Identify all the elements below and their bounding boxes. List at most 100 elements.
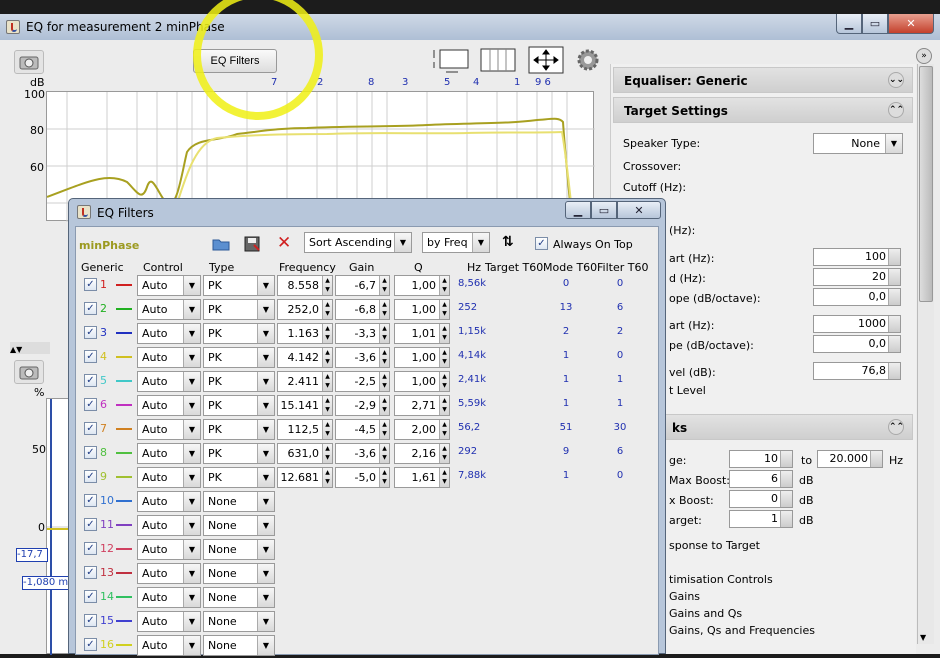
spinner-arrows-icon[interactable]: ▲ ▼ [322,348,332,367]
spinner-arrows-icon[interactable]: ▲ ▼ [379,372,389,391]
splitter-handle[interactable]: ▲▼ [10,342,50,354]
spinner-arrows-icon[interactable]: ▲ ▼ [322,372,332,391]
filter-type-select[interactable]: None ▼ [203,587,275,608]
filter-enabled-checkbox[interactable]: ✓ [84,278,97,291]
filter-frequency-spinner[interactable]: 8.558 ▲ ▼ [277,275,333,296]
filter-gain-spinner[interactable]: -3,6 ▲ ▼ [335,347,390,368]
filter-type-select[interactable]: None ▼ [203,515,275,536]
filter-control-select[interactable]: Auto ▼ [137,347,201,368]
filter-gain-spinner[interactable]: -6,8 ▲ ▼ [335,299,390,320]
filter-enabled-checkbox[interactable]: ✓ [84,566,97,579]
filter-frequency-spinner[interactable]: 2.411 ▲ ▼ [277,371,333,392]
filter-q-spinner[interactable]: 1,01 ▲ ▼ [394,323,450,344]
filter-type-select[interactable]: PK ▼ [203,419,275,440]
gear-icon[interactable] [576,48,600,72]
dialog-close-button[interactable]: ✕ [617,201,661,219]
gains-qs-freqs-option[interactable]: Gains, Qs and Frequencies [669,624,815,637]
filter-frequency-spinner[interactable]: 112,5 ▲ ▼ [277,419,333,440]
end-input[interactable]: 20 [813,268,901,286]
filter-control-select[interactable]: Auto ▼ [137,299,201,320]
spinner-arrows-icon[interactable]: ▲ ▼ [379,444,389,463]
filter-type-select[interactable]: None ▼ [203,635,275,656]
collapse-chevron-icon[interactable]: ⌃⌃ [888,419,904,435]
sort-order-select[interactable]: Sort Ascending ▼ [304,232,412,253]
filter-enabled-checkbox[interactable]: ✓ [84,638,97,651]
filter-gain-spinner[interactable]: -5,0 ▲ ▼ [335,467,390,488]
spinner-arrows-icon[interactable]: ▲ ▼ [379,468,389,487]
dialog-title-bar[interactable]: EQ Filters ▁ ▭ ✕ [69,199,665,225]
filter-control-select[interactable]: Auto ▼ [137,587,201,608]
filter-gain-spinner[interactable]: -4,5 ▲ ▼ [335,419,390,440]
open-folder-icon[interactable] [212,237,230,251]
dialog-maximize-button[interactable]: ▭ [591,201,617,219]
filter-type-select[interactable]: PK ▼ [203,371,275,392]
spinner-arrows-icon[interactable]: ▲ ▼ [322,420,332,439]
max-boost-input[interactable]: 6 [729,470,793,488]
filter-gain-spinner[interactable]: -3,6 ▲ ▼ [335,443,390,464]
spinner-arrows-icon[interactable]: ▲ ▼ [379,420,389,439]
range-from-input[interactable]: 10 [729,450,793,468]
range-to-input[interactable]: 20.000 [817,450,883,468]
spinner-arrows-icon[interactable]: ▲ ▼ [379,276,389,295]
filter-type-select[interactable]: PK ▼ [203,443,275,464]
filter-q-spinner[interactable]: 1,61 ▲ ▼ [394,467,450,488]
vertical-scrollbar[interactable]: ▼ [917,64,934,644]
spinner-arrows-icon[interactable]: ▲ ▼ [322,300,332,319]
filter-control-select[interactable]: Auto ▼ [137,323,201,344]
filter-q-spinner[interactable]: 1,00 ▲ ▼ [394,371,450,392]
filter-control-select[interactable]: Auto ▼ [137,491,201,512]
filter-gain-spinner[interactable]: -2,5 ▲ ▼ [335,371,390,392]
filter-enabled-checkbox[interactable]: ✓ [84,494,97,507]
filter-enabled-checkbox[interactable]: ✓ [84,470,97,483]
minimize-button[interactable]: ▁ [836,14,862,34]
spinner-arrows-icon[interactable]: ▲ ▼ [322,396,332,415]
camera-icon[interactable] [14,50,44,74]
filter-q-spinner[interactable]: 1,00 ▲ ▼ [394,299,450,320]
save-icon[interactable] [244,236,260,252]
gains-option[interactable]: Gains [669,590,700,603]
spinner-arrows-icon[interactable]: ▲ ▼ [322,324,332,343]
spinner-arrows-icon[interactable]: ▲ ▼ [439,276,449,295]
always-on-top-checkbox[interactable]: ✓ [535,237,548,250]
scrollbar-thumb[interactable] [919,66,933,302]
filter-gain-spinner[interactable]: -3,3 ▲ ▼ [335,323,390,344]
filter-frequency-spinner[interactable]: 12.681 ▲ ▼ [277,467,333,488]
spinner-arrows-icon[interactable]: ▲ ▼ [379,348,389,367]
filter-type-select[interactable]: None ▼ [203,539,275,560]
slope1-input[interactable]: 0,0 [813,288,901,306]
slope2-input[interactable]: 0,0 [813,335,901,353]
target-input[interactable]: 1 [729,510,793,528]
filter-type-select[interactable]: PK ▼ [203,347,275,368]
spinner-arrows-icon[interactable]: ▲ ▼ [322,468,332,487]
filter-frequency-spinner[interactable]: 1.163 ▲ ▼ [277,323,333,344]
collapse-panel-icon[interactable]: » [916,48,932,64]
filter-type-select[interactable]: PK ▼ [203,299,275,320]
filter-q-spinner[interactable]: 2,00 ▲ ▼ [394,419,450,440]
gains-qs-option[interactable]: Gains and Qs [669,607,742,620]
dialog-minimize-button[interactable]: ▁ [565,201,591,219]
spinner-arrows-icon[interactable]: ▲ ▼ [439,396,449,415]
filter-enabled-checkbox[interactable]: ✓ [84,422,97,435]
filter-control-select[interactable]: Auto ▼ [137,395,201,416]
close-button[interactable]: ✕ [888,14,934,34]
delete-icon[interactable]: ✕ [277,233,291,253]
filter-control-select[interactable]: Auto ▼ [137,635,201,656]
spinner-arrows-icon[interactable]: ▲ ▼ [322,276,332,295]
spinner-arrows-icon[interactable]: ▲ ▼ [439,348,449,367]
level-input[interactable]: 76,8 [813,362,901,380]
speaker-type-select[interactable]: None ▼ [813,133,903,154]
filter-type-select[interactable]: None ▼ [203,611,275,632]
start2-input[interactable]: 1000 [813,315,901,333]
target-settings-header[interactable]: Target Settings ⌃⌃ [613,97,913,123]
filter-control-select[interactable]: Auto ▼ [137,443,201,464]
maximize-button[interactable]: ▭ [862,14,888,34]
spinner-arrows-icon[interactable]: ▲ ▼ [322,444,332,463]
filter-type-select[interactable]: PK ▼ [203,467,275,488]
filter-frequency-spinner[interactable]: 252,0 ▲ ▼ [277,299,333,320]
filter-type-select[interactable]: None ▼ [203,491,275,512]
filter-control-select[interactable]: Auto ▼ [137,371,201,392]
spinner-arrows-icon[interactable]: ▲ ▼ [439,324,449,343]
filter-control-select[interactable]: Auto ▼ [137,467,201,488]
equaliser-header[interactable]: Equaliser: Generic ⌄⌄ [613,67,913,93]
filter-q-spinner[interactable]: 1,00 ▲ ▼ [394,275,450,296]
